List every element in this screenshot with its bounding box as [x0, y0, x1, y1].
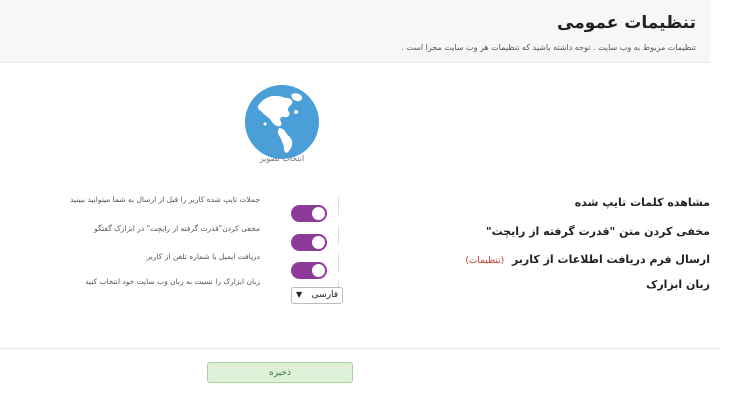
toggle-knob	[312, 236, 325, 249]
setting-description: زبان ابزارک را نسبت به زبان وب سایت خود …	[84, 277, 260, 286]
toggle-hide-powered-by[interactable]	[291, 234, 327, 251]
setting-row-widget-language: زبان ابزارک زبان ابزارک را نسبت به زبان …	[0, 275, 730, 304]
setting-label-text: ارسال فرم دریافت اطلاعات از کاربر	[511, 253, 710, 266]
setting-description: مخفی کردن"قدرت گرفته از رایچت" در ابزارک…	[94, 224, 260, 233]
save-button[interactable]: ذخیره	[207, 362, 353, 383]
setting-label: مخفی کردن متن "قدرت گرفته از رایچت"	[485, 225, 710, 238]
page-subtitle: تنظیمات مربوط به وب سایت . توجه داشته با…	[401, 43, 696, 52]
language-select[interactable]: فارسی ▼	[291, 287, 343, 304]
language-select-value: فارسی	[311, 290, 338, 300]
setting-row-show-typed-words: مشاهده کلمات تایپ شده جملات تایپ شده کار…	[0, 193, 730, 222]
setting-label: زبان ابزارک	[646, 278, 710, 291]
divider	[338, 226, 339, 244]
globe-americas-icon	[245, 85, 319, 159]
page-title: تنظیمات عمومی	[557, 13, 696, 33]
setting-label: مشاهده کلمات تایپ شده	[574, 196, 710, 209]
toggle-show-typed-words[interactable]	[291, 205, 327, 222]
avatar-picker[interactable]	[244, 84, 320, 160]
settings-link[interactable]: (تنظیمات)	[465, 256, 504, 266]
setting-label: ارسال فرم دریافت اطلاعات از کاربر (تنظیم…	[465, 253, 710, 266]
setting-row-hide-powered-by: مخفی کردن متن "قدرت گرفته از رایچت" مخفی…	[0, 222, 730, 251]
chevron-down-icon: ▼	[296, 290, 303, 299]
divider	[338, 254, 339, 272]
avatar-caption[interactable]: انتخاب تصویر	[232, 154, 332, 163]
setting-row-contact-form: ارسال فرم دریافت اطلاعات از کاربر (تنظیم…	[0, 250, 730, 279]
page-header: تنظیمات عمومی تنظیمات مربوط به وب سایت .…	[0, 0, 710, 63]
toggle-knob	[312, 207, 325, 220]
setting-description: دریافت ایمیل یا شماره تلفن از کاربر	[146, 252, 260, 261]
setting-description: جملات تایپ شده کاربر را قبل از ارسال به …	[70, 195, 260, 204]
footer-divider	[0, 348, 720, 349]
divider	[338, 197, 339, 215]
